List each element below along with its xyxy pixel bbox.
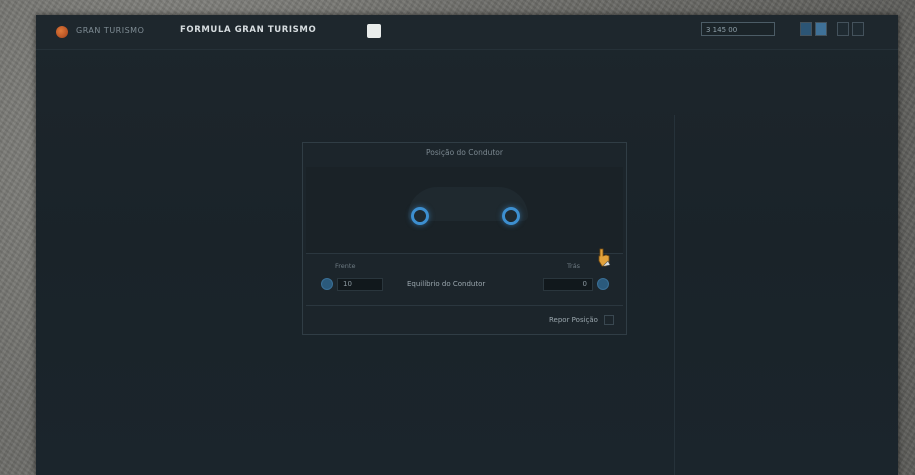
reset-icon (603, 315, 614, 325)
front-value-field[interactable]: 10 (337, 277, 383, 291)
front-label: Frente (335, 262, 356, 270)
front-stepper: 10 (321, 277, 383, 291)
plus-icon[interactable] (597, 278, 609, 290)
driver-position-dialog: Posição do Condutor Frente Trás 10 Equil… (302, 142, 627, 335)
rear-label: Trás (567, 262, 581, 270)
title-bar: GRAN TURISMO FORMULA GRAN TURISMO 3 145 … (36, 15, 898, 50)
app-window: GRAN TURISMO FORMULA GRAN TURISMO 3 145 … (36, 15, 898, 475)
pane-divider (674, 115, 675, 475)
rear-value-field[interactable]: 0 (543, 277, 593, 291)
dialog-title: Posição do Condutor (426, 148, 503, 157)
car-preview (306, 167, 623, 267)
close-button[interactable] (852, 22, 864, 36)
rear-wheel-icon (502, 207, 520, 225)
reset-label: Repor Posição (549, 316, 598, 324)
toggle-a-button[interactable] (800, 22, 812, 36)
window-title-prefix: GRAN TURISMO (76, 26, 145, 35)
toggle-b-button[interactable] (815, 22, 827, 36)
rear-stepper: 0 (543, 277, 609, 291)
minus-icon[interactable] (321, 278, 333, 290)
balance-label: Equilíbrio do Condutor (407, 280, 486, 288)
status-readout: 3 145 00 (701, 22, 775, 36)
hand-cursor-icon (598, 248, 611, 267)
window-title: FORMULA GRAN TURISMO (180, 25, 317, 35)
minimize-button[interactable] (837, 22, 849, 36)
square-icon[interactable] (367, 24, 381, 38)
app-icon[interactable] (56, 26, 68, 38)
front-wheel-icon (411, 207, 429, 225)
dialog-divider (306, 305, 623, 306)
reset-position-button[interactable]: Repor Posição (549, 315, 614, 325)
